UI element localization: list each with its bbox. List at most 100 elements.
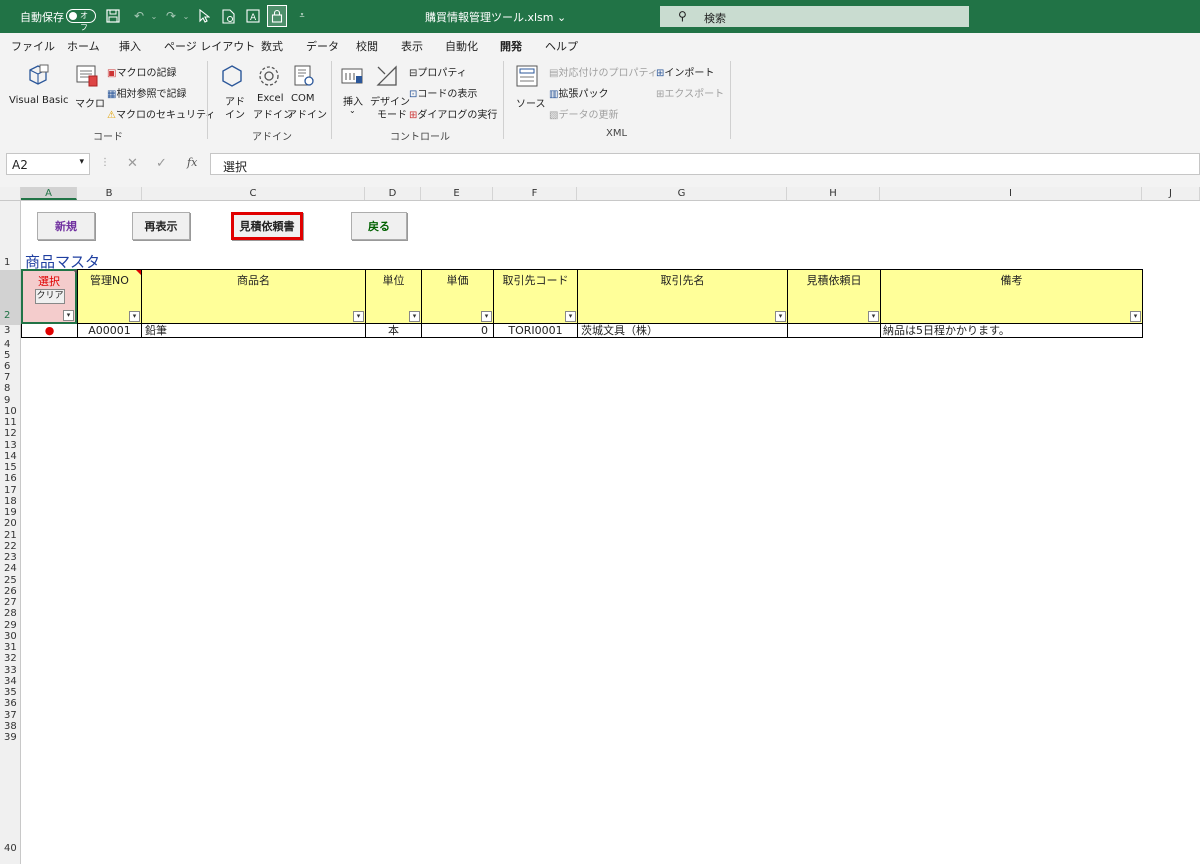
macro-security-button[interactable]: ⚠マクロのセキュリティ (107, 106, 215, 121)
row-header-20[interactable]: 20 (0, 518, 20, 529)
row-header-19[interactable]: 19 (0, 507, 20, 518)
cell-supplier-code[interactable]: TORI0001 (493, 324, 578, 338)
cell-product-name[interactable]: 鉛筆 (141, 324, 366, 338)
macro-button[interactable]: マクロ (75, 95, 105, 110)
col-header-a[interactable]: A (21, 187, 77, 200)
menu-automate[interactable]: 自動化 (445, 38, 478, 54)
refresh-data-button[interactable]: ▧データの更新 (549, 106, 618, 121)
row-header-10[interactable]: 10 (0, 406, 20, 417)
enter-icon[interactable]: ✓ (156, 156, 167, 171)
row-header-5[interactable]: 5 (0, 350, 20, 361)
filename[interactable]: 購買情報管理ツール.xlsm ⌄ (425, 9, 566, 25)
row-header-8[interactable]: 8 (0, 383, 20, 394)
lock-icon[interactable] (267, 5, 287, 27)
xml-source-button[interactable]: ソース (516, 95, 546, 110)
addins-label-2[interactable]: イン (225, 106, 245, 121)
row-header-3[interactable]: 3 (0, 325, 20, 336)
row-header-27[interactable]: 27 (0, 597, 20, 608)
text-box-icon[interactable]: A (245, 8, 261, 24)
row-header-33[interactable]: 33 (0, 665, 20, 676)
filter-dropdown-icon[interactable]: ▾ (409, 311, 420, 322)
filter-dropdown-icon[interactable]: ▾ (129, 311, 140, 322)
row-header-38[interactable]: 38 (0, 721, 20, 732)
row-header-23[interactable]: 23 (0, 552, 20, 563)
save-icon[interactable] (105, 8, 121, 24)
redisplay-button[interactable]: 再表示 (132, 212, 190, 240)
autosave-toggle[interactable]: オフ (66, 9, 96, 32)
col-header-f[interactable]: F (493, 187, 577, 200)
export-button[interactable]: ⊞エクスポート (656, 85, 724, 100)
undo-icon[interactable]: ↶ (131, 8, 147, 24)
row-header-17[interactable]: 17 (0, 485, 20, 496)
name-box-dropdown-icon[interactable]: ▾ (79, 157, 84, 167)
cell-supplier-name[interactable]: 茨城文具（株） (577, 324, 788, 338)
menu-help[interactable]: ヘルプ (545, 38, 578, 54)
com-addins-label-1[interactable]: COM (291, 93, 314, 104)
row-header-31[interactable]: 31 (0, 642, 20, 653)
import-button[interactable]: ⊞インポート (656, 64, 714, 79)
row-header-13[interactable]: 13 (0, 440, 20, 451)
header-select[interactable]: 選択 クリア ▾ (21, 269, 77, 324)
row-header-39[interactable]: 39 (0, 732, 20, 743)
filter-dropdown-icon[interactable]: ▾ (1130, 311, 1141, 322)
row-header-2[interactable]: 2 (0, 270, 20, 325)
formula-input[interactable]: 選択 (210, 153, 1200, 175)
filter-dropdown-icon[interactable]: ▾ (63, 310, 74, 321)
row-header-7[interactable]: 7 (0, 372, 20, 383)
back-button[interactable]: 戻る (351, 212, 407, 240)
splitter-icon[interactable]: ⋮ (100, 157, 110, 168)
com-addins-label-2[interactable]: アドイン (287, 106, 327, 121)
row-header-30[interactable]: 30 (0, 631, 20, 642)
row-header-34[interactable]: 34 (0, 676, 20, 687)
row-header-1[interactable]: 1 (0, 257, 20, 270)
select-all-corner[interactable] (0, 187, 21, 200)
document-icon[interactable] (220, 8, 236, 24)
col-header-g[interactable]: G (577, 187, 787, 200)
properties-button[interactable]: ⊟プロパティ (409, 64, 467, 79)
col-header-h[interactable]: H (787, 187, 880, 200)
row-header-11[interactable]: 11 (0, 417, 20, 428)
menu-home[interactable]: ホーム (67, 38, 100, 54)
record-macro-button[interactable]: ▣マクロの記録 (107, 64, 176, 79)
insert-function-icon[interactable]: fx (187, 156, 197, 169)
cell-select-marker[interactable]: ● (21, 324, 78, 338)
filter-dropdown-icon[interactable]: ▾ (868, 311, 879, 322)
cell-unit-price[interactable]: 0 (421, 324, 494, 338)
row-header-4[interactable]: 4 (0, 339, 20, 350)
row-header-18[interactable]: 18 (0, 496, 20, 507)
row-header-22[interactable]: 22 (0, 541, 20, 552)
row-header-24[interactable]: 24 (0, 563, 20, 574)
insert-dropdown-icon[interactable]: ⌄ (349, 106, 356, 115)
col-header-b[interactable]: B (77, 187, 142, 200)
row-header-15[interactable]: 15 (0, 462, 20, 473)
filter-dropdown-icon[interactable]: ▾ (353, 311, 364, 322)
redo-icon[interactable]: ↷ (163, 8, 179, 24)
row-header-16[interactable]: 16 (0, 473, 20, 484)
filter-dropdown-icon[interactable]: ▾ (775, 311, 786, 322)
row-header-26[interactable]: 26 (0, 586, 20, 597)
row-header-25[interactable]: 25 (0, 575, 20, 586)
customize-toolbar-icon[interactable]: ⩡ (294, 8, 310, 24)
expansion-packs-button[interactable]: ▥拡張パック (549, 85, 608, 100)
view-code-button[interactable]: ⊡コードの表示 (409, 85, 477, 100)
search-box[interactable]: ⚲ 検索 (660, 6, 969, 27)
clear-button[interactable]: クリア (35, 289, 65, 304)
quote-request-button[interactable]: 見積依頼書 (231, 212, 303, 240)
relative-ref-button[interactable]: ▦相対参照で記録 (107, 85, 186, 100)
map-properties-button[interactable]: ▤対応付けのプロパティ (549, 64, 658, 79)
cell-mgmt-no[interactable]: A00001 (77, 324, 142, 338)
menu-data[interactable]: データ (306, 38, 339, 54)
name-box[interactable]: A2 ▾ (6, 153, 90, 175)
cell-unit[interactable]: 本 (365, 324, 422, 338)
col-header-j[interactable]: J (1142, 187, 1200, 200)
menu-file[interactable]: ファイル (11, 38, 55, 54)
col-header-i[interactable]: I (880, 187, 1142, 200)
cell-notes[interactable]: 納品は5日程かかります。 (880, 324, 1143, 338)
row-header-32[interactable]: 32 (0, 653, 20, 664)
design-mode-label-2[interactable]: モード (377, 106, 407, 121)
row-header-35[interactable]: 35 (0, 687, 20, 698)
row-header-36[interactable]: 36 (0, 698, 20, 709)
redo-dropdown-icon[interactable]: ⌄ (178, 8, 194, 24)
row-header-6[interactable]: 6 (0, 361, 20, 372)
menu-view[interactable]: 表示 (401, 38, 423, 54)
